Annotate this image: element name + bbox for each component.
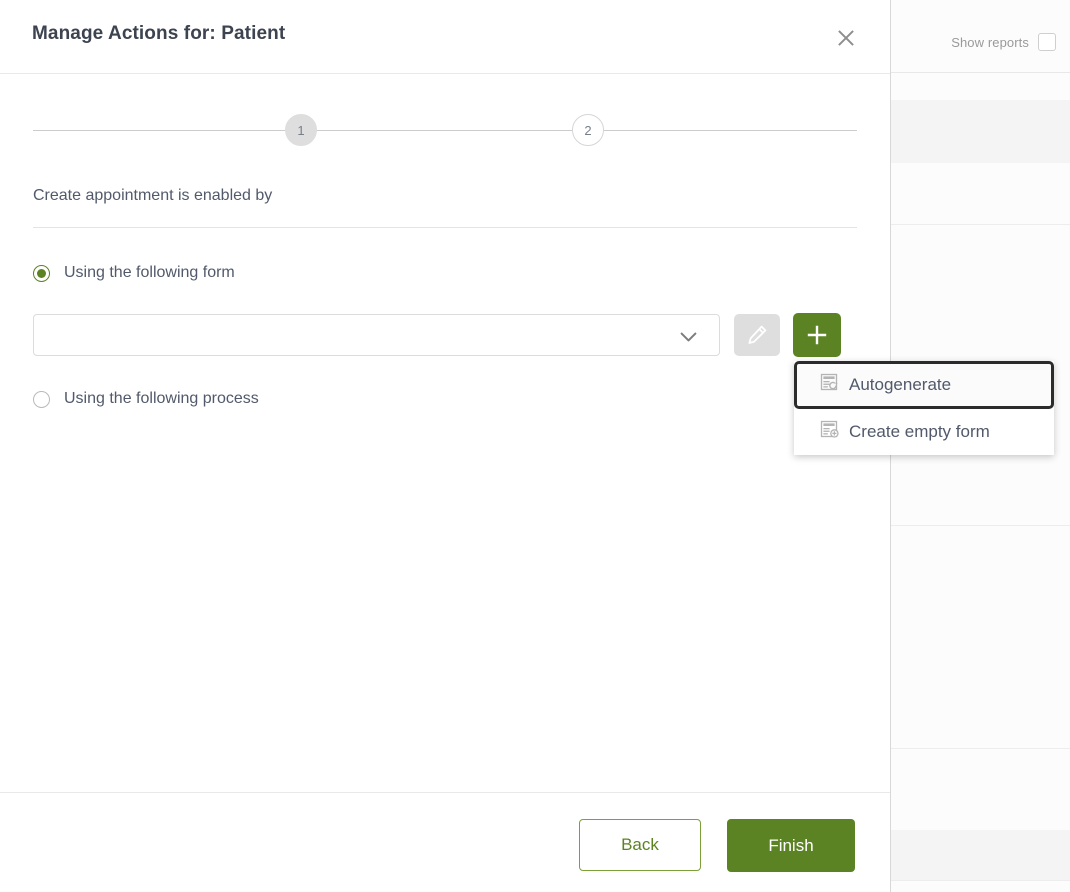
background-row-divider	[891, 224, 1070, 225]
show-reports-label: Show reports	[951, 34, 1029, 50]
manage-actions-dialog: Manage Actions for: Patient 1 2 Create a…	[0, 0, 1054, 892]
background-row-divider	[891, 525, 1070, 526]
background-toolbar: Show reports	[891, 0, 1070, 73]
close-icon	[838, 30, 854, 46]
radio-option-form[interactable]: Using the following form	[33, 264, 235, 282]
section-divider	[33, 227, 857, 228]
show-reports-checkbox[interactable]	[1038, 33, 1056, 51]
radio-form-indicator[interactable]	[33, 264, 50, 282]
plus-icon	[807, 325, 827, 345]
form-add-icon	[820, 420, 839, 444]
back-button[interactable]: Back	[579, 819, 701, 871]
dialog-header: Manage Actions for: Patient	[0, 0, 890, 74]
radio-process-label: Using the following process	[64, 390, 259, 407]
close-button[interactable]	[828, 20, 864, 56]
background-row-divider	[891, 748, 1070, 749]
pencil-icon	[748, 325, 767, 344]
menu-item-autogenerate-label: Autogenerate	[849, 375, 952, 394]
form-refresh-icon	[820, 373, 839, 397]
form-select[interactable]	[33, 314, 720, 356]
stepper-step-1[interactable]: 1	[285, 114, 317, 146]
stepper-step-2[interactable]: 2	[572, 114, 604, 146]
create-form-menu: Autogenerate Create empty form	[794, 361, 1054, 455]
wizard-stepper: 1 2	[33, 114, 857, 148]
background-row-divider	[891, 880, 1070, 881]
dialog-footer: Back Finish	[0, 792, 890, 892]
radio-form-dot	[37, 268, 46, 278]
background-row-band	[891, 830, 1070, 880]
radio-process-indicator[interactable]	[33, 390, 50, 408]
menu-item-autogenerate[interactable]: Autogenerate	[794, 361, 1054, 409]
radio-form-label: Using the following form	[64, 264, 235, 281]
finish-button[interactable]: Finish	[727, 819, 855, 872]
stepper-track	[33, 130, 857, 131]
background-row-band	[891, 100, 1070, 163]
menu-item-create-empty-form[interactable]: Create empty form	[794, 409, 1054, 455]
edit-form-button	[734, 314, 780, 356]
add-form-button[interactable]	[793, 313, 841, 357]
show-reports-control[interactable]: Show reports	[951, 33, 1056, 51]
chevron-down-icon	[680, 330, 697, 348]
menu-item-create-empty-form-label: Create empty form	[849, 422, 990, 441]
section-label: Create appointment is enabled by	[33, 187, 273, 204]
dialog-title: Manage Actions for: Patient	[32, 23, 286, 44]
radio-option-process[interactable]: Using the following process	[33, 390, 259, 408]
